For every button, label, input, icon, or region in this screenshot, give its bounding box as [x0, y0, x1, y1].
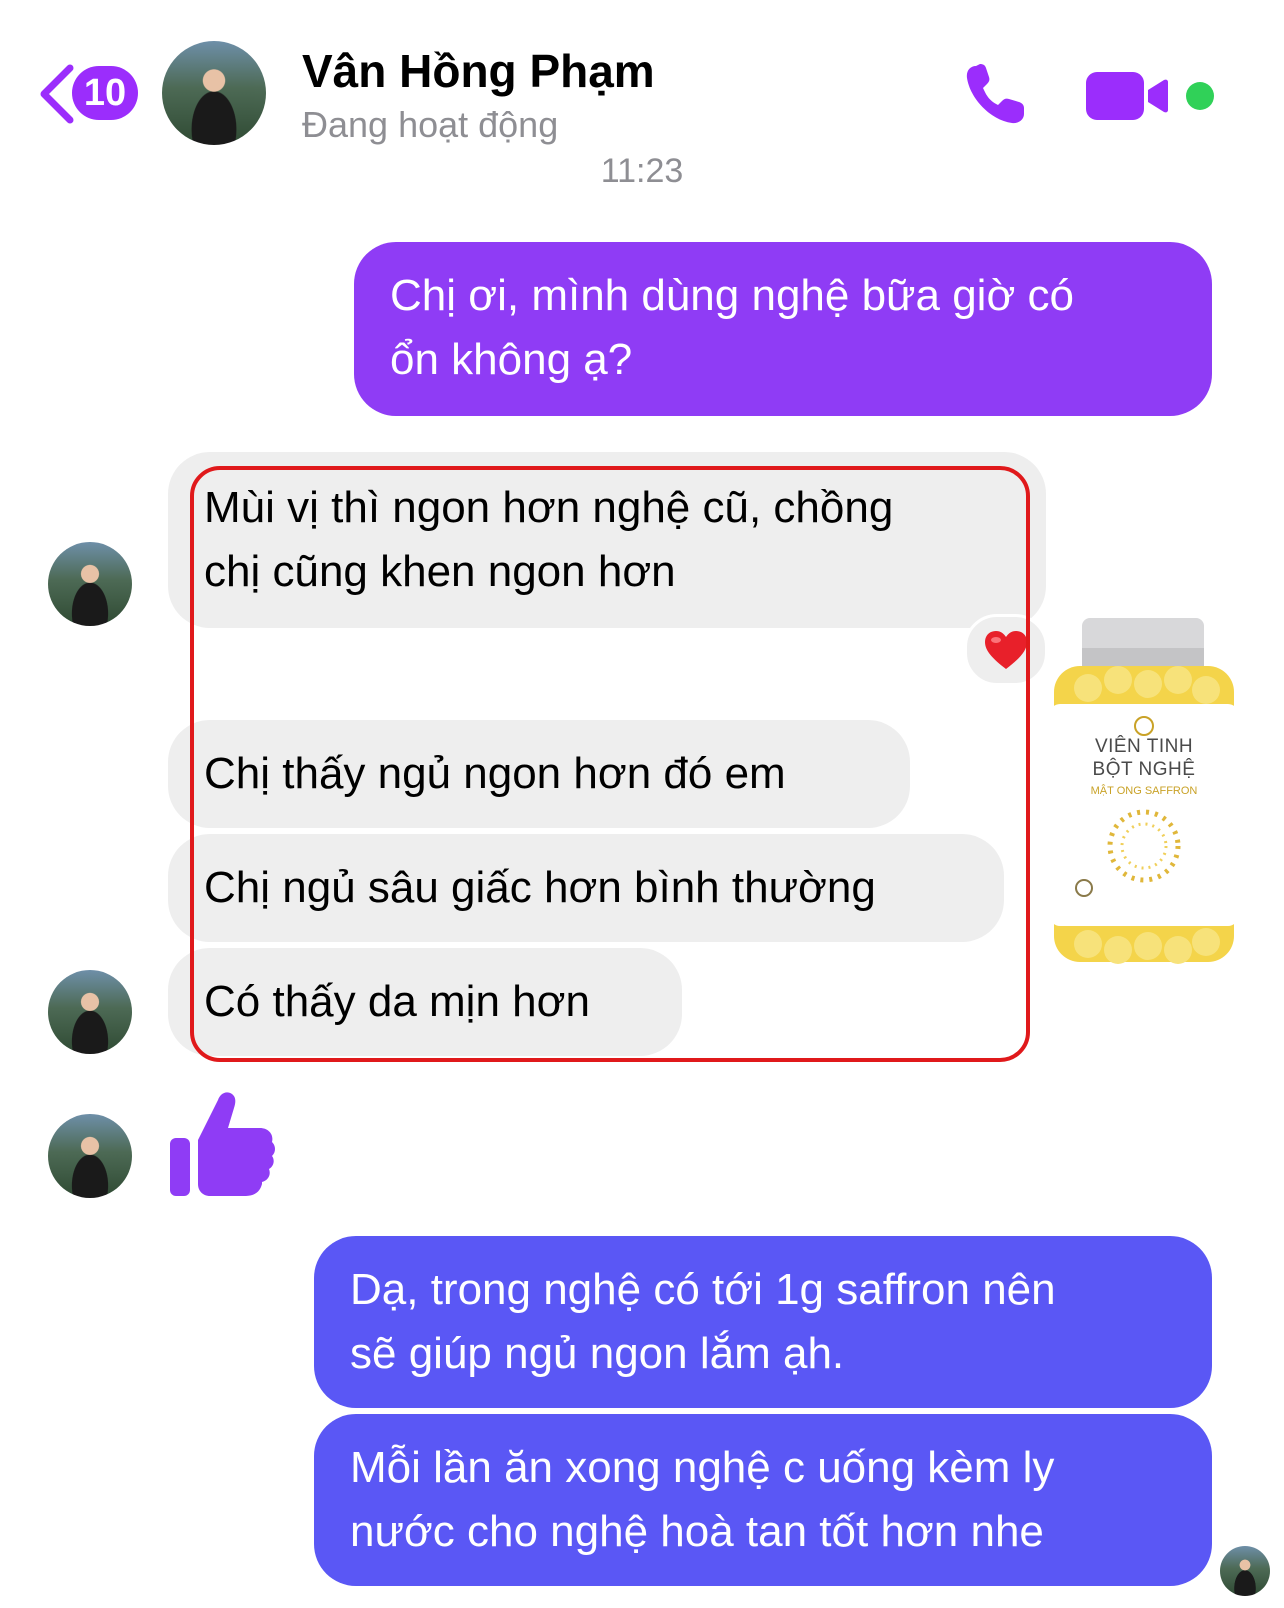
- sender-avatar[interactable]: [48, 1114, 132, 1198]
- read-receipt-avatar: [1220, 1546, 1270, 1596]
- video-call-icon[interactable]: [1086, 70, 1180, 122]
- outgoing-message[interactable]: Chị ơi, mình dùng nghệ bữa giờ có ổn khô…: [354, 242, 1212, 416]
- product-label-line2: BỘT NGHỆ: [1093, 758, 1196, 780]
- product-label-line3: MẬT ONG SAFFRON: [1091, 784, 1198, 797]
- message-line: ổn không ạ?: [390, 335, 633, 384]
- product-jar-image: VIÊN TINH BỘT NGHỆ MẬT ONG SAFFRON: [1050, 618, 1238, 964]
- message-line: nước cho nghệ hoà tan tốt hơn nhe: [350, 1507, 1044, 1556]
- sender-avatar[interactable]: [48, 970, 132, 1054]
- contact-avatar[interactable]: [162, 41, 266, 145]
- sender-avatar[interactable]: [48, 542, 132, 626]
- message-line: Mỗi lần ăn xong nghệ c uống kèm ly: [350, 1443, 1055, 1492]
- message-line: Chị ơi, mình dùng nghệ bữa giờ có: [390, 271, 1074, 320]
- outgoing-message[interactable]: Dạ, trong nghệ có tới 1g saffron nên sẽ …: [314, 1236, 1212, 1408]
- message-line: sẽ giúp ngủ ngon lắm ạh.: [350, 1329, 845, 1378]
- phone-call-icon[interactable]: [962, 62, 1028, 128]
- highlight-annotation: [190, 466, 1030, 1062]
- contact-name[interactable]: Vân Hồng Phạm: [302, 44, 655, 98]
- back-chevron-icon[interactable]: [36, 62, 76, 126]
- message-timestamp: 11:23: [600, 152, 684, 190]
- contact-status: Đang hoạt động: [302, 104, 559, 145]
- message-line: Dạ, trong nghệ có tới 1g saffron nên: [350, 1265, 1056, 1314]
- online-status-dot: [1186, 82, 1214, 110]
- unread-count-badge[interactable]: 10: [72, 66, 138, 120]
- thumbs-up-icon[interactable]: [170, 1090, 276, 1198]
- product-label-line1: VIÊN TINH: [1095, 735, 1193, 757]
- outgoing-message[interactable]: Mỗi lần ăn xong nghệ c uống kèm ly nước …: [314, 1414, 1212, 1586]
